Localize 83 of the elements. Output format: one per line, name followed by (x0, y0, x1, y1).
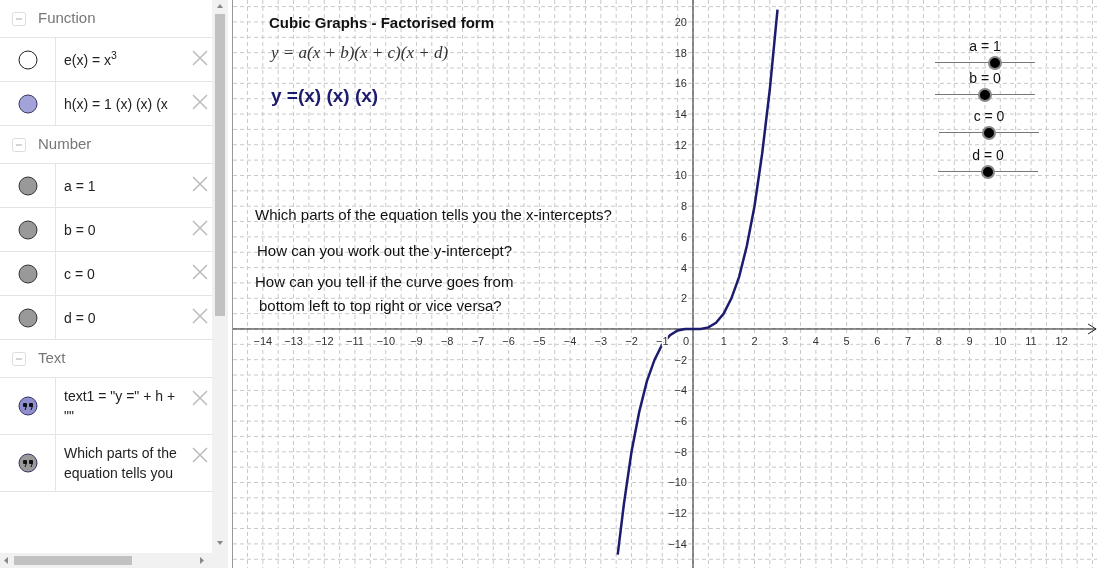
slider-label: d = 0 (972, 147, 1004, 163)
quote-circle-icon[interactable] (17, 453, 38, 473)
slider-label: b = 0 (969, 70, 1001, 86)
vertical-scrollbar[interactable] (212, 0, 228, 553)
y-tick-label: 14 (674, 108, 687, 121)
slider-thumb[interactable] (988, 56, 1002, 70)
question-text: bottom left to top right or vice versa? (259, 296, 502, 316)
y-tick-label: −10 (668, 476, 687, 489)
x-tick-label: 4 (812, 335, 819, 347)
algebra-entry[interactable]: c = 0 (64, 263, 188, 284)
visibility-circle-icon[interactable] (17, 219, 38, 240)
question-text: How can you work out the y-intercept? (257, 241, 513, 261)
visibility-circle-icon[interactable] (17, 175, 38, 196)
slider-track[interactable] (935, 88, 1035, 102)
section-title: Text (38, 348, 66, 369)
x-tick-label: 3 (782, 335, 789, 347)
y-tick-label: −14 (668, 537, 687, 550)
slider-track[interactable] (938, 165, 1038, 179)
section-title: Function (38, 8, 96, 29)
visibility-circle-icon[interactable] (17, 93, 38, 114)
x-tick-label: −13 (284, 335, 303, 347)
quote-circle-icon[interactable] (17, 396, 38, 416)
slider-label: c = 0 (973, 108, 1005, 124)
origin-label: 0 (682, 335, 689, 347)
y-tick-label: −2 (674, 353, 687, 366)
visibility-circle-icon[interactable] (17, 49, 38, 70)
x-tick-label: 11 (1025, 335, 1037, 347)
y-tick-label: 10 (674, 169, 687, 182)
equation-text: y =(x) (x) (x) (271, 84, 379, 108)
question-text: Which parts of the equation tells you the x-intercepts? (255, 205, 612, 225)
algebra-entry[interactable]: text1 = "y =" + h + "" (64, 386, 188, 426)
y-tick-label: 20 (674, 15, 687, 28)
algebra-entry[interactable]: Which parts of the equation tells you (64, 443, 188, 483)
question-text: How can you tell if the curve goes from (255, 272, 514, 292)
visibility-circle-icon[interactable] (17, 263, 38, 284)
y-tick-label: 18 (674, 46, 687, 59)
slider-thumb[interactable] (981, 165, 995, 179)
horizontal-scrollbar[interactable] (0, 553, 228, 568)
algebra-entry[interactable]: b = 0 (64, 219, 188, 240)
slider-thumb[interactable] (982, 126, 996, 140)
x-tick-label: −8 (440, 335, 454, 347)
algebra-entry[interactable]: e(x) = x$^{3}$ (64, 49, 188, 70)
slider-track[interactable] (939, 126, 1039, 140)
y-tick-label: 2 (680, 292, 687, 305)
x-tick-label: 6 (874, 335, 881, 347)
x-tick-label: −2 (625, 335, 638, 347)
x-tick-label: 2 (751, 335, 758, 347)
x-tick-label: −12 (314, 335, 334, 347)
x-tick-label: −14 (253, 335, 273, 347)
slider-track[interactable] (935, 56, 1035, 70)
x-tick-label: 10 (994, 335, 1007, 347)
graph-title: Cubic Graphs - Factorised form (269, 13, 495, 33)
y-tick-label: −8 (674, 445, 687, 458)
y-tick-label: −6 (674, 415, 687, 428)
x-tick-label: −7 (471, 335, 485, 347)
section-title: Number (38, 134, 92, 155)
x-tick-label: −6 (502, 335, 515, 347)
y-tick-label: 4 (680, 261, 687, 274)
slider-thumb[interactable] (978, 88, 992, 102)
x-tick-label: 9 (966, 335, 973, 347)
x-tick-label: −10 (376, 335, 396, 347)
visibility-circle-icon[interactable] (17, 307, 38, 328)
x-tick-label: 5 (843, 335, 850, 347)
x-tick-label: −11 (346, 335, 364, 347)
x-tick-label: −4 (563, 335, 577, 347)
y-tick-label: 12 (674, 138, 687, 151)
x-tick-label: 12 (1055, 335, 1068, 347)
x-tick-label: −5 (533, 335, 546, 347)
algebra-entry[interactable]: h(x) = 1 (x) (x) (x (64, 93, 188, 114)
x-tick-label: 1 (720, 335, 727, 347)
y-tick-label: −4 (674, 384, 687, 397)
x-tick-label: −9 (410, 335, 423, 347)
y-tick-label: 6 (680, 230, 687, 243)
x-tick-label: 7 (905, 335, 912, 347)
y-tick-label: 8 (680, 200, 687, 213)
formula-text: y = a(x + b)(x + c)(x + d) (271, 42, 449, 64)
y-tick-label: 16 (674, 77, 687, 90)
algebra-entry[interactable]: a = 1 (64, 175, 188, 196)
x-tick-label: −3 (594, 335, 608, 347)
x-tick-label: 8 (935, 335, 942, 347)
algebra-entry[interactable]: d = 0 (64, 307, 188, 328)
slider-label: a = 1 (969, 38, 1001, 54)
y-tick-label: −12 (668, 507, 687, 520)
